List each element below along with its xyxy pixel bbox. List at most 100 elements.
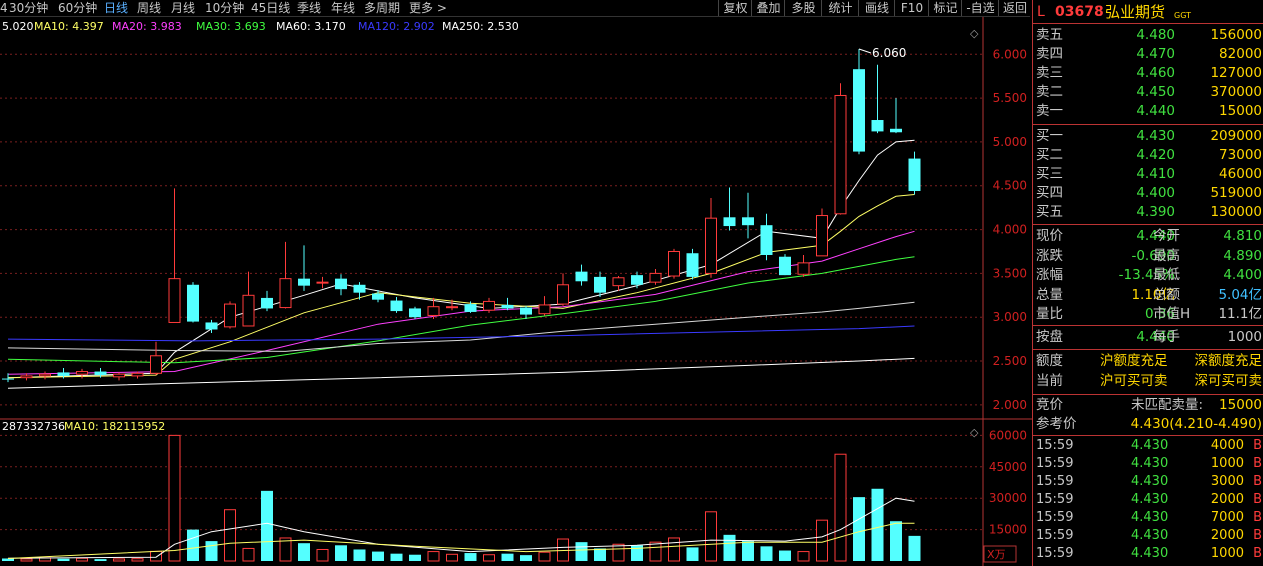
period-tab-10[interactable]: 多周期	[364, 0, 400, 16]
candle[interactable]	[224, 301, 236, 329]
period-tab-3[interactable]: 日线	[104, 0, 128, 16]
price-tick-label: 3.000	[993, 310, 1027, 324]
stat-row: 涨幅 -13.45% 最低 4.400	[1033, 266, 1263, 285]
toolbar-button-3[interactable]: 统计	[821, 0, 859, 16]
period-toolbar: 4 30分钟 60分钟 日线 周线 月线 10分钟 45日线 季线 年线 多周期 更多 > 复权 叠加 多股…	[0, 0, 1030, 17]
sz-quota: 深额度充足	[1194, 353, 1263, 369]
bid-label: 买一	[1036, 128, 1063, 144]
period-tab-0[interactable]: 4	[0, 0, 8, 16]
candle[interactable]	[668, 248, 680, 279]
volume-tick-label: 60000	[989, 428, 1027, 442]
candle-body	[871, 120, 884, 132]
stock-header: L 03678 弘业期货 GGT	[1033, 1, 1263, 23]
candle-body	[742, 217, 754, 226]
candle-body	[372, 293, 384, 300]
price-tick-label: 5.000	[993, 135, 1027, 149]
period-tab-11[interactable]: 更多 >	[409, 0, 447, 16]
volume-bar	[261, 490, 273, 561]
candle-body	[501, 304, 514, 309]
volume-tick-label: 30000	[989, 491, 1027, 505]
candle-body	[760, 225, 773, 255]
auction-label: 竞价	[1036, 397, 1063, 413]
stat-label: 涨幅	[1036, 267, 1063, 283]
sh-status: 沪可买可卖	[1100, 373, 1168, 389]
candle-body	[298, 278, 310, 286]
price-tick-label: 2.000	[993, 398, 1027, 412]
candle-body	[205, 322, 218, 330]
candle-body	[834, 94, 847, 215]
toolbar-button-1[interactable]: 叠加	[751, 0, 785, 16]
diamond-icon[interactable]: ◇	[970, 426, 979, 439]
stat-label: 总量	[1036, 286, 1063, 303]
candle[interactable]	[409, 306, 421, 319]
period-tab-9[interactable]: 年线	[331, 0, 355, 16]
candle-body	[575, 271, 588, 282]
ask-level-5: 卖五 4.480 156000	[1033, 26, 1263, 45]
stat-label: 今开	[1153, 228, 1180, 244]
candle-body	[57, 372, 70, 376]
toolbar-button-0[interactable]: 复权	[718, 0, 752, 16]
toolbar-button-4[interactable]: 画线	[858, 0, 895, 16]
stat-value: 11.1亿	[1218, 306, 1262, 322]
period-tab-5[interactable]: 月线	[171, 0, 195, 16]
tick-row[interactable]: 15:59 4.430 7000 B	[1033, 509, 1263, 527]
status-label: 当前	[1036, 373, 1063, 389]
tick-row[interactable]: 15:59 4.430 2000 B	[1033, 527, 1263, 545]
period-tab-7[interactable]: 45日线	[251, 0, 290, 16]
tick-row[interactable]: 15:59 4.430 4000 B	[1033, 437, 1263, 455]
bid-price: 4.430	[1136, 128, 1175, 144]
volume-bar	[853, 497, 865, 561]
volume-bar	[224, 509, 236, 562]
candle[interactable]	[779, 254, 791, 276]
candle[interactable]	[816, 208, 828, 257]
divider	[1033, 435, 1263, 436]
bid-label: 买三	[1036, 166, 1063, 182]
candle-body	[557, 284, 569, 305]
volume-bar	[816, 519, 828, 562]
candle-body	[668, 250, 680, 277]
ask-label: 卖一	[1036, 103, 1063, 119]
period-tab-8[interactable]: 季线	[297, 0, 321, 16]
tick-price: 4.430	[1131, 546, 1169, 561]
period-tab-1[interactable]: 30分钟	[9, 0, 48, 16]
ask-label: 卖二	[1036, 84, 1063, 100]
period-tab-4[interactable]: 周线	[137, 0, 161, 16]
toolbar-button-8[interactable]: 返回	[998, 0, 1031, 16]
candle[interactable]	[686, 248, 699, 280]
tick-volume: 4000	[1210, 438, 1244, 453]
tick-row[interactable]: 15:59 4.430 2000 B	[1033, 491, 1263, 509]
divider	[1033, 124, 1263, 125]
toolbar-button-5[interactable]: F10	[894, 0, 929, 16]
candle-body	[168, 278, 181, 323]
candle[interactable]	[187, 282, 199, 323]
ma-legend-item: MA30: 3.693	[196, 20, 266, 33]
tick-row[interactable]: 15:59 4.430 1000 B	[1033, 545, 1263, 563]
tick-volume: 7000	[1210, 510, 1244, 525]
candle[interactable]	[834, 83, 847, 215]
candle-body	[797, 262, 810, 275]
candle-body	[853, 69, 865, 152]
price-tick-label: 3.500	[993, 266, 1027, 280]
divider	[1033, 325, 1263, 326]
volume-bar	[409, 554, 421, 561]
period-tab-6[interactable]: 10分钟	[205, 0, 244, 16]
tick-time: 15:59	[1036, 438, 1074, 453]
volume-bar	[20, 558, 33, 562]
toolbar-button-6[interactable]: 标记	[928, 0, 962, 16]
tick-volume: 1000	[1210, 456, 1244, 471]
volume-bar	[242, 547, 255, 562]
tick-price: 4.430	[1131, 438, 1169, 453]
bid-level-2: 买二 4.420 73000	[1033, 146, 1263, 165]
toolbar-button-2[interactable]: 多股	[784, 0, 822, 16]
toolbar-button-7[interactable]: -自选	[961, 0, 999, 16]
volume-bar	[501, 553, 514, 561]
quota-label: 额度	[1036, 353, 1063, 369]
period-tab-2[interactable]: 60分钟	[58, 0, 97, 16]
tick-row[interactable]: 15:59 4.430 3000 B	[1033, 473, 1263, 491]
candle-body	[131, 372, 144, 377]
kline-chart[interactable]: 6.000 5.500 5.000 4.500 4.000 3.500 3.000 2.500…	[0, 17, 1032, 566]
candle-body	[612, 277, 625, 287]
tick-row[interactable]: 15:59 4.430 1000 B	[1033, 455, 1263, 473]
candle-body	[2, 378, 14, 380]
diamond-icon[interactable]: ◇	[970, 27, 979, 40]
